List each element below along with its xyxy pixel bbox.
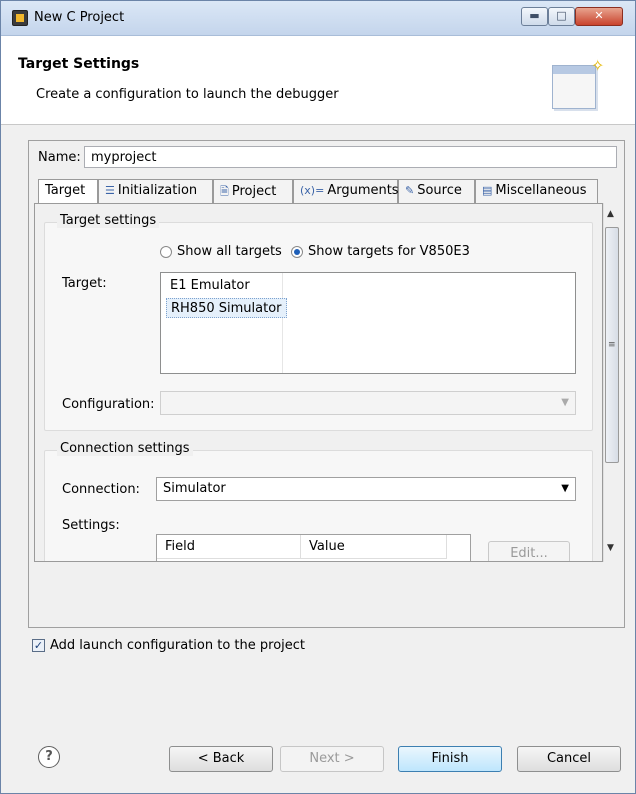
radio-circle bbox=[160, 245, 172, 258]
tab-target[interactable]: Target bbox=[38, 179, 98, 203]
variable-icon: (x)= bbox=[300, 184, 325, 197]
help-icon[interactable]: ? bbox=[38, 746, 60, 768]
scroll-down-icon[interactable]: ▼ bbox=[607, 543, 614, 553]
target-list[interactable]: E1 Emulator RH850 Simulator bbox=[160, 272, 576, 374]
window-icon: ▤ bbox=[482, 184, 493, 197]
new-c-project-dialog: New C Project ▬ □ ✕ Target Settings Crea… bbox=[0, 0, 636, 794]
window-title: New C Project bbox=[34, 10, 125, 25]
cancel-button[interactable]: Cancel bbox=[517, 746, 621, 772]
tab-source[interactable]: ✎ Source bbox=[398, 179, 475, 203]
scroll-thumb[interactable]: ≡ bbox=[605, 227, 619, 463]
connection-label: Connection: bbox=[62, 482, 140, 497]
source-icon: ✎ bbox=[405, 184, 415, 197]
document-icon: 🗎 bbox=[220, 185, 229, 198]
target-tab-content: Target settings Show all targets Show ta… bbox=[34, 203, 603, 562]
list-item-rh850-simulator[interactable]: RH850 Simulator bbox=[166, 298, 287, 318]
tab-project[interactable]: 🗎 Project bbox=[213, 179, 293, 203]
settings-table[interactable]: Field Value bbox=[156, 534, 471, 561]
maximize-button[interactable]: □ bbox=[548, 7, 575, 26]
close-button[interactable]: ✕ bbox=[575, 7, 623, 26]
connection-settings-title: Connection settings bbox=[57, 441, 193, 456]
tab-source-label: Source bbox=[417, 183, 462, 198]
page-title: Target Settings bbox=[18, 56, 140, 72]
name-label: Name: bbox=[38, 150, 81, 165]
tab-initialization[interactable]: ☰ Initialization bbox=[98, 179, 213, 203]
title-bar: New C Project ▬ □ ✕ bbox=[1, 1, 635, 36]
tab-miscellaneous[interactable]: ▤ Miscellaneous bbox=[475, 179, 598, 203]
chevron-down-icon: ▼ bbox=[561, 397, 569, 408]
sparkle-icon: ✧ bbox=[591, 56, 605, 75]
list-item-e1-emulator[interactable]: E1 Emulator bbox=[166, 276, 254, 296]
radio-circle-selected bbox=[291, 245, 303, 258]
show-all-targets-label: Show all targets bbox=[177, 244, 282, 259]
chevron-down-icon: ▼ bbox=[561, 483, 569, 494]
column-header-field[interactable]: Field bbox=[157, 535, 301, 559]
back-button[interactable]: < Back bbox=[169, 746, 273, 772]
connection-dropdown[interactable]: Simulator ▼ bbox=[156, 477, 576, 501]
configuration-dropdown[interactable]: ▼ bbox=[160, 391, 576, 415]
connection-value: Simulator bbox=[163, 481, 226, 496]
wizard-banner-icon bbox=[552, 65, 596, 109]
tab-arguments[interactable]: (x)= Arguments bbox=[293, 179, 399, 203]
show-device-targets-radio[interactable]: Show targets for V850E3 bbox=[291, 244, 470, 259]
next-button[interactable]: Next > bbox=[280, 746, 384, 772]
settings-label: Settings: bbox=[62, 518, 120, 533]
checkmark-icon: ✓ bbox=[32, 639, 45, 652]
show-device-targets-label: Show targets for V850E3 bbox=[308, 244, 470, 259]
vertical-scrollbar[interactable]: ▲ ≡ ▼ bbox=[603, 203, 620, 562]
tab-target-label: Target bbox=[45, 183, 86, 198]
list-column-divider bbox=[282, 273, 283, 373]
target-filter-radios: Show all targets Show targets for V850E3 bbox=[160, 244, 580, 262]
show-all-targets-radio[interactable]: Show all targets bbox=[160, 244, 282, 259]
app-icon bbox=[12, 10, 28, 26]
target-label: Target: bbox=[62, 276, 107, 291]
column-header-value[interactable]: Value bbox=[301, 535, 447, 559]
wizard-header: Target Settings Create a configuration t… bbox=[1, 36, 635, 125]
finish-button[interactable]: Finish bbox=[398, 746, 502, 772]
name-input[interactable] bbox=[84, 146, 617, 168]
minimize-button[interactable]: ▬ bbox=[521, 7, 548, 26]
add-launch-config-label: Add launch configuration to the project bbox=[50, 638, 306, 653]
grip-icon: ≡ bbox=[608, 340, 616, 350]
tab-initialization-label: Initialization bbox=[117, 183, 198, 198]
list-icon: ☰ bbox=[105, 184, 115, 197]
edit-button[interactable]: Edit... bbox=[488, 541, 570, 561]
scroll-up-icon[interactable]: ▲ bbox=[607, 209, 614, 219]
target-settings-group: Target settings Show all targets Show ta… bbox=[44, 213, 593, 431]
configuration-label: Configuration: bbox=[62, 397, 155, 412]
page-subtitle: Create a configuration to launch the deb… bbox=[36, 87, 339, 102]
tab-arguments-label: Arguments bbox=[327, 183, 399, 198]
launch-config-panel: Name: Target ☰Initialization 🗎Project (x… bbox=[28, 140, 625, 628]
add-launch-config-checkbox[interactable]: ✓ Add launch configuration to the projec… bbox=[32, 638, 305, 653]
tab-miscellaneous-label: Miscellaneous bbox=[495, 183, 587, 198]
connection-settings-group: Connection settings Connection: Simulato… bbox=[44, 441, 593, 561]
target-settings-title: Target settings bbox=[57, 213, 160, 228]
tab-project-label: Project bbox=[231, 184, 277, 199]
